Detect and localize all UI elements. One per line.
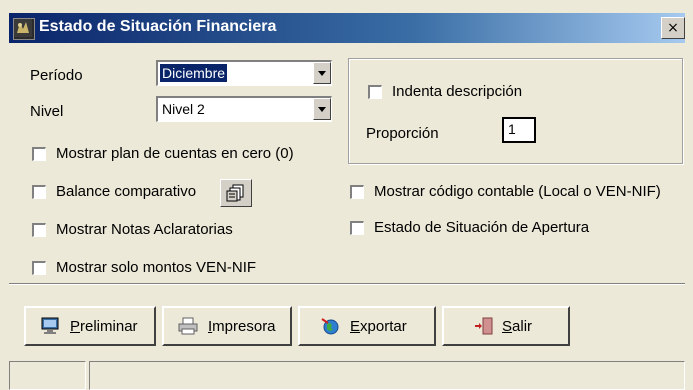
periodo-value: Diciembre (160, 64, 228, 82)
estado-apertura-checkbox[interactable] (350, 221, 364, 235)
app-icon (13, 18, 35, 40)
indenta-descripcion-checkbox[interactable] (368, 85, 382, 99)
chevron-down-icon[interactable] (313, 98, 331, 120)
nivel-label: Nivel (30, 103, 64, 120)
status-bar (9, 357, 685, 390)
proporcion-label: Proporción (366, 125, 439, 142)
mostrar-notas-label: Mostrar Notas Aclaratorias (56, 221, 233, 238)
exit-door-icon (475, 317, 493, 335)
indenta-descripcion-label: Indenta descripción (392, 83, 523, 100)
format-options-group (348, 58, 683, 164)
estado-apertura-label: Estado de Situación de Apertura (374, 219, 590, 236)
mostrar-solo-ven-nif-checkbox[interactable] (32, 261, 46, 275)
nivel-value: Nivel 2 (162, 101, 205, 117)
mostrar-solo-ven-nif-label: Mostrar solo montos VEN-NIF (56, 259, 257, 276)
preliminar-label: reliminar (80, 318, 138, 335)
impresora-button[interactable]: Impresora (162, 306, 292, 346)
monitor-icon (41, 317, 59, 334)
close-button[interactable]: × (661, 17, 685, 39)
exportar-mnemonic: E (350, 318, 361, 335)
salir-button[interactable]: Salir (442, 306, 570, 346)
status-panel (89, 361, 685, 390)
periodo-label: Período (30, 67, 83, 84)
salir-label: alir (512, 318, 533, 335)
exportar-label: xportar (360, 318, 407, 335)
chevron-down-icon[interactable] (313, 62, 331, 84)
status-panel (9, 361, 86, 390)
periodo-select[interactable]: Diciembre (156, 60, 332, 86)
copy-icon (226, 184, 244, 202)
mostrar-plan-cero-checkbox[interactable] (32, 147, 46, 161)
comparativo-options-button[interactable] (220, 179, 252, 207)
preliminar-mnemonic: P (70, 318, 81, 335)
salir-mnemonic: S (502, 318, 513, 335)
mostrar-codigo-contable-checkbox[interactable] (350, 185, 364, 199)
exportar-button[interactable]: Exportar (298, 306, 436, 346)
title-bar[interactable]: Estado de Situación Financiera × (9, 13, 685, 43)
proporcion-input[interactable]: 1 (502, 117, 536, 143)
nivel-select[interactable]: Nivel 2 (156, 96, 332, 122)
separator (9, 283, 685, 285)
impresora-label: mpresora (212, 318, 276, 335)
printer-icon (178, 317, 198, 335)
mostrar-notas-checkbox[interactable] (32, 223, 46, 237)
balance-comparativo-checkbox[interactable] (32, 185, 46, 199)
close-icon: × (667, 20, 679, 36)
globe-icon (321, 318, 339, 335)
preliminar-button[interactable]: Preliminar (24, 306, 156, 346)
balance-comparativo-label: Balance comparativo (56, 183, 197, 200)
mostrar-codigo-contable-label: Mostrar código contable (Local o VEN-NIF… (374, 183, 661, 200)
mostrar-plan-cero-label: Mostrar plan de cuentas en cero (0) (56, 145, 294, 162)
report-dialog: Estado de Situación Financiera × Período… (0, 0, 693, 390)
window-title: Estado de Situación Financiera (39, 18, 277, 35)
